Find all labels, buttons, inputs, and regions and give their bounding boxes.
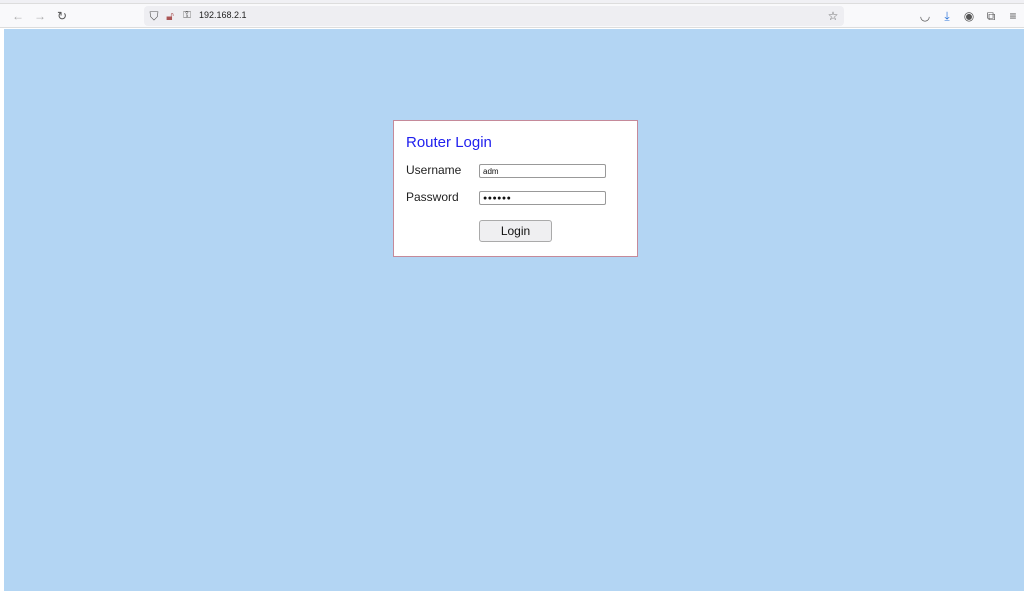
forward-icon[interactable]: →	[33, 9, 47, 23]
shield-icon[interactable]: ⛉	[147, 9, 161, 23]
account-icon[interactable]: ◉	[962, 9, 976, 23]
download-icon[interactable]: ⤓	[940, 9, 954, 23]
back-icon[interactable]: ←	[11, 9, 25, 23]
pocket-icon[interactable]: ◡	[918, 9, 932, 23]
star-icon[interactable]: ☆	[826, 9, 840, 23]
browser-toolbar: ← → ↻ ⛉ 🔓︎ ⚿ 192.168.2.1 ☆ ◡ ⤓ ◉ ⧉ ≡	[0, 4, 1024, 28]
login-card: Router Login Username adm Password ●●●●●…	[393, 120, 638, 257]
page-content: Router Login Username adm Password ●●●●●…	[4, 29, 1024, 591]
key-icon[interactable]: ⚿	[180, 9, 194, 23]
url-text[interactable]: 192.168.2.1	[199, 10, 247, 20]
username-label: Username	[406, 163, 462, 177]
login-button[interactable]: Login	[479, 220, 552, 242]
reload-icon[interactable]: ↻	[55, 9, 69, 23]
menu-icon[interactable]: ≡	[1006, 9, 1020, 23]
password-label: Password	[406, 190, 459, 204]
address-bar[interactable]: ⛉ 🔓︎ ⚿ 192.168.2.1 ☆	[144, 6, 844, 26]
insecure-lock-icon[interactable]: 🔓︎	[163, 9, 177, 23]
password-input[interactable]: ●●●●●●	[479, 191, 606, 205]
username-input[interactable]: adm	[479, 164, 606, 178]
login-title: Router Login	[406, 134, 492, 151]
extensions-icon[interactable]: ⧉	[984, 9, 998, 23]
